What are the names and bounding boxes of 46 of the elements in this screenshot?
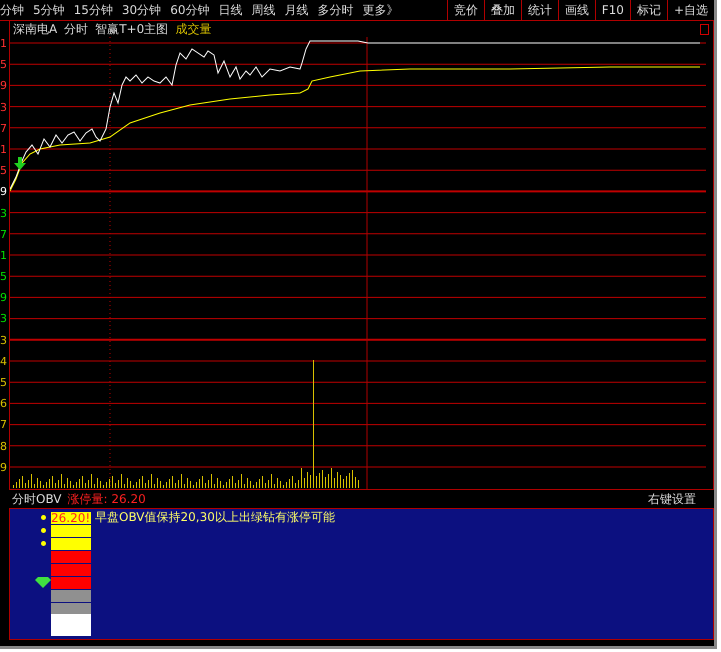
period-tab[interactable]: 60分钟 [170,2,210,18]
period-tab[interactable]: 多分时 [317,2,354,18]
axis-label: 3 [0,100,8,116]
dot-icon [40,515,46,520]
axis-label: 1 [0,248,8,264]
axis-label: 1 [0,37,8,52]
axis-label: 9 [0,460,8,476]
axis-label: 5 [0,270,8,286]
axis-label: 6 [0,397,8,412]
indicator-name: 智赢T+0主图 [95,20,168,38]
right-click-settings[interactable]: 右键设置 [648,490,696,508]
period-tab[interactable]: 30分钟 [122,2,162,18]
chart-mode: 分时 [64,20,88,38]
obv-title: 分时OBV [12,490,62,508]
dot-icon [40,528,46,533]
axis-label: 5 [0,376,8,391]
stock-name: 深南电A [13,20,58,38]
axis-label: 9 [0,291,8,306]
axis-label: 3 [0,312,8,328]
period-tab[interactable]: 15分钟 [74,2,113,18]
axis-label: 7 [0,228,8,243]
buy-arrow-icon [14,157,26,170]
corner-box-icon[interactable] [700,24,709,34]
obv-message: 早盘OBV值保持20,30以上出绿钻有涨停可能 [95,509,335,526]
axis-label: 3 [0,206,8,222]
obv-value: 26.20! [51,510,90,524]
axis-label: 1 [0,142,8,158]
limit-volume-label: 涨停量: 26.20 [68,490,146,508]
axis-label: 7 [0,418,8,434]
axis-label: 9 [0,79,8,94]
axis-label: 5 [0,164,8,180]
period-tab[interactable]: 月线 [284,2,308,18]
period-tab[interactable]: 更多》 [362,2,398,18]
period-tab[interactable]: 周线 [251,2,276,18]
axis-label: 8 [0,440,8,455]
axis-label: 3 [0,334,8,349]
period-tab[interactable]: 分钟 [0,2,24,18]
axis-label: 7 [0,122,8,137]
period-tab[interactable]: 5分钟 [33,2,65,18]
axis-label: 9 [0,185,8,200]
axis-label: 4 [0,354,8,370]
diamond-icon [35,577,51,588]
volume-label: 成交量 [175,20,212,38]
period-tab[interactable]: 日线 [218,2,242,18]
axis-label: 5 [0,58,8,74]
dot-icon [40,541,46,546]
